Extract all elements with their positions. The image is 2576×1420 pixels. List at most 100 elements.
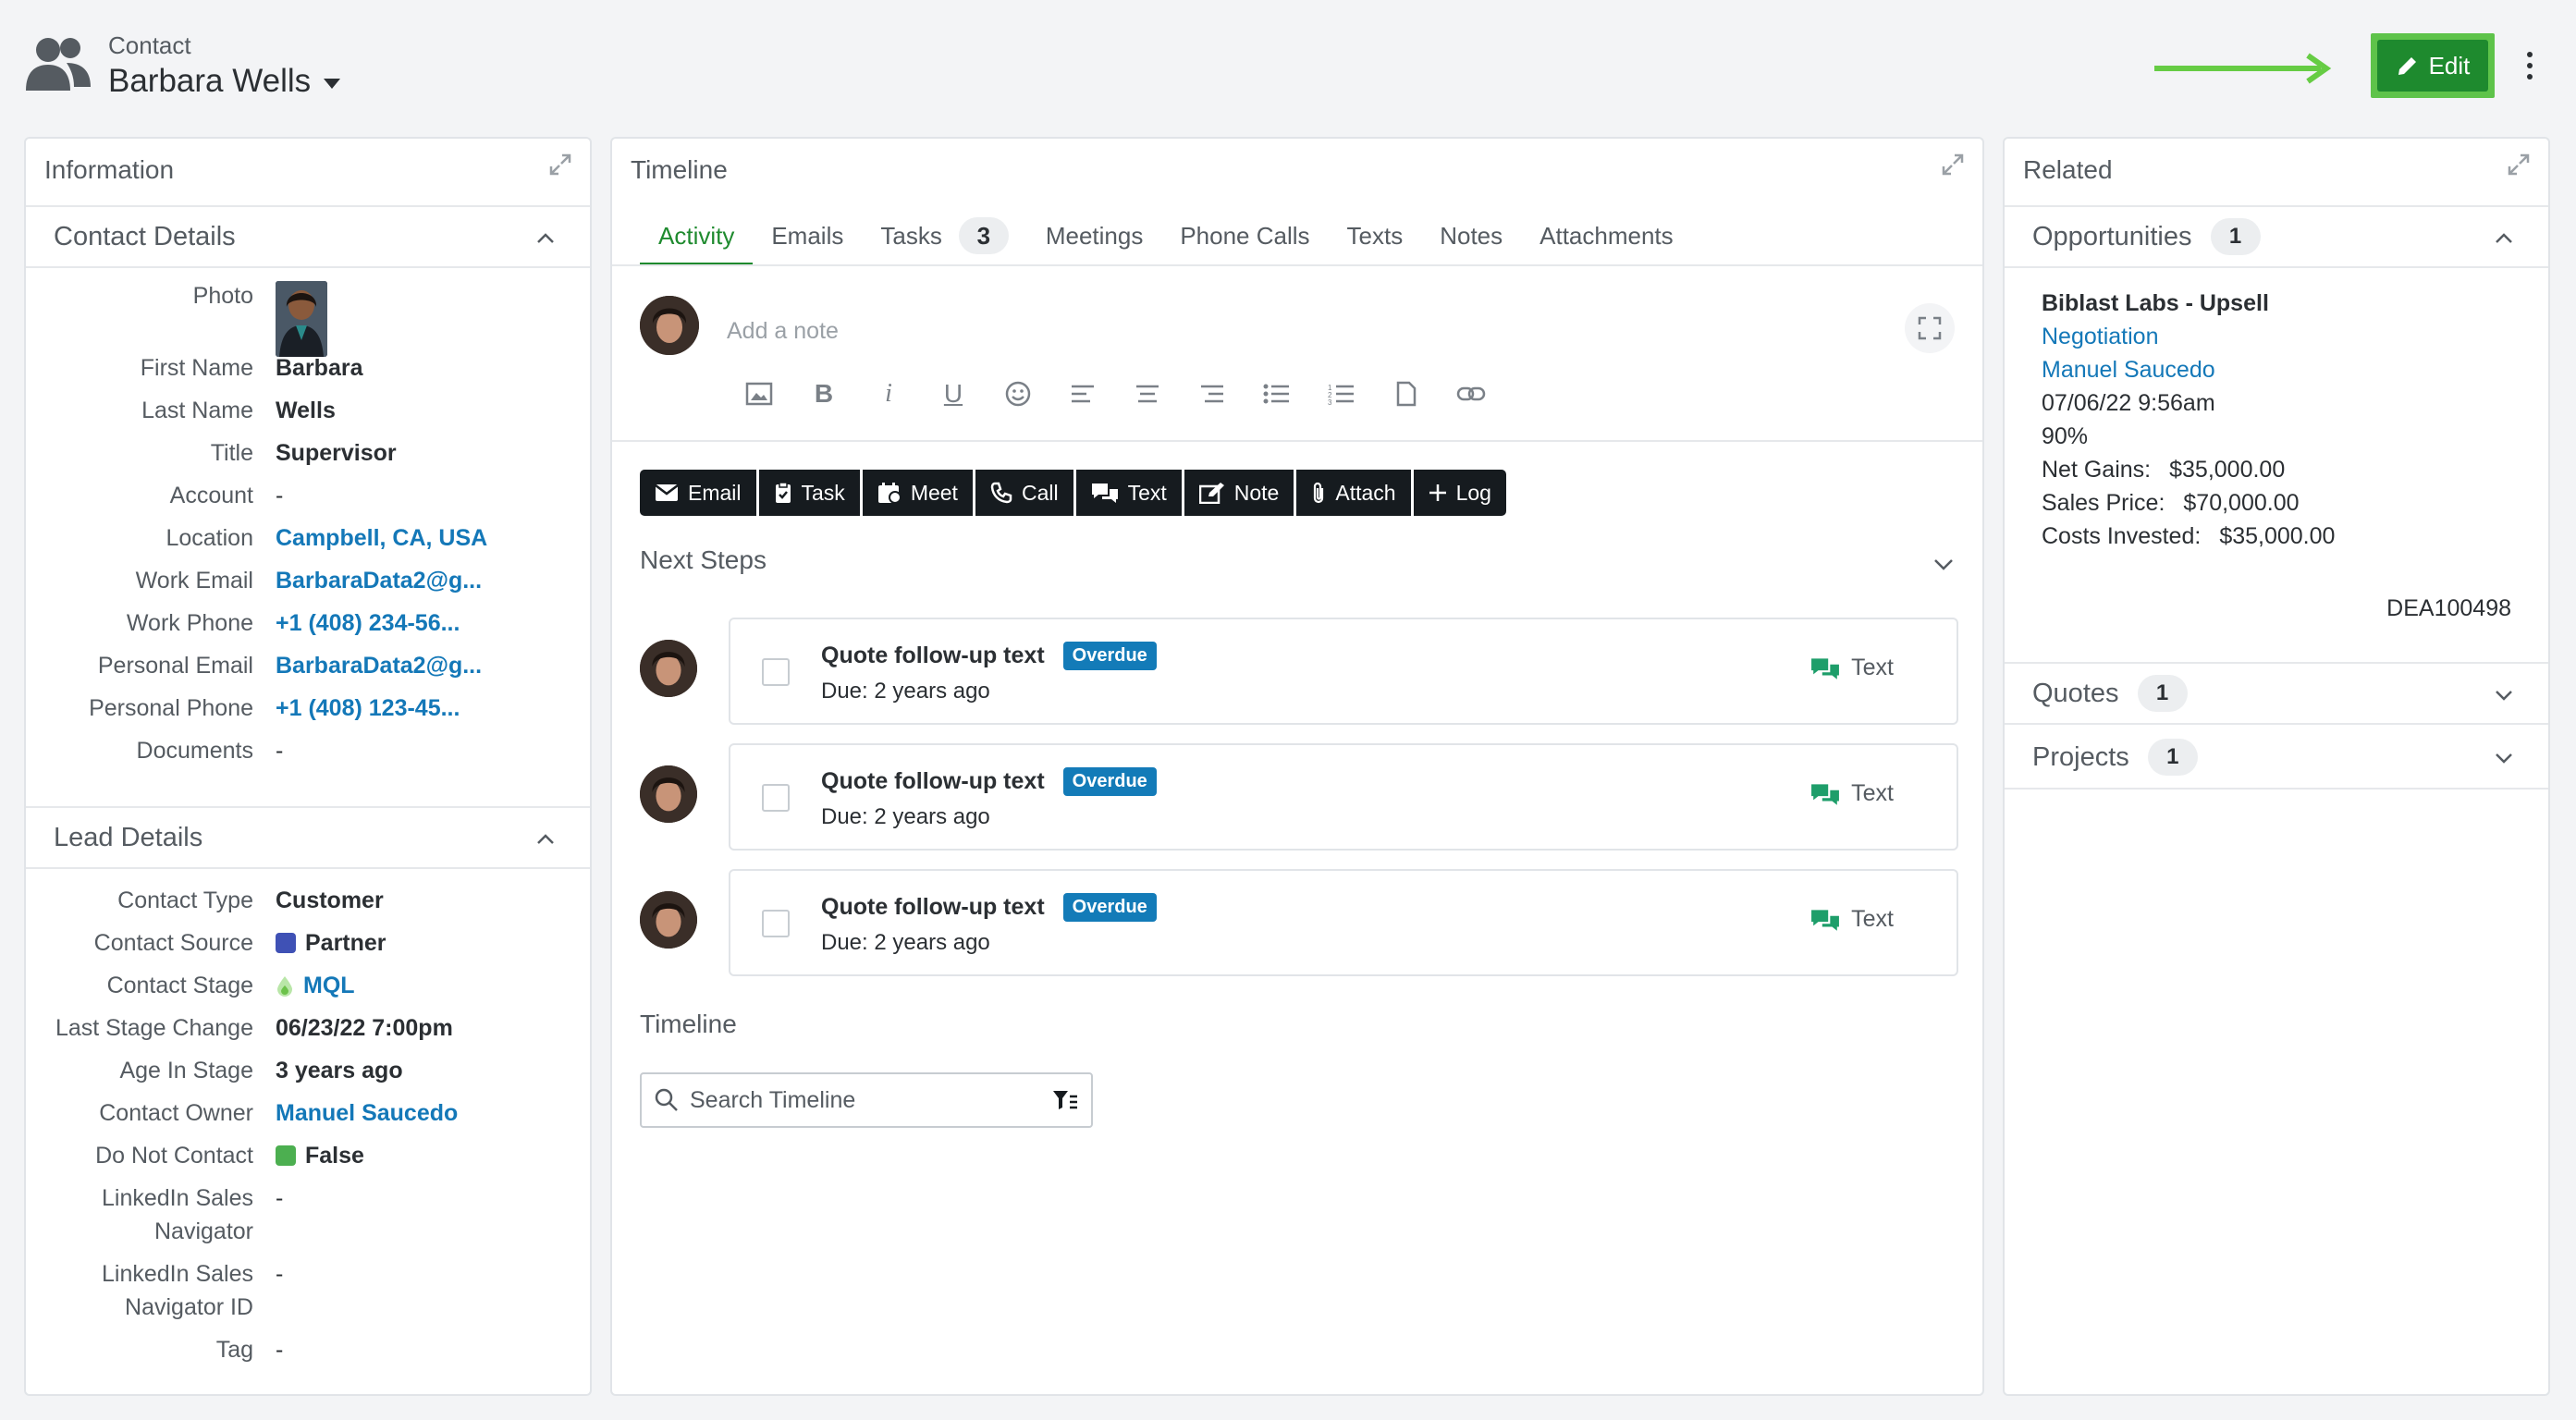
step-title: Quote follow-up text Overdue bbox=[821, 642, 1157, 670]
align-left-icon[interactable] bbox=[1050, 375, 1115, 412]
chevron-down-icon[interactable] bbox=[1932, 553, 1955, 575]
last-stage-change-value: 06/23/22 7:00pm bbox=[276, 1015, 453, 1041]
location-label: Location bbox=[166, 525, 253, 551]
chevron-down-icon[interactable] bbox=[2495, 749, 2513, 767]
activity-action-bar: Email Task Meet Call Text Note Attach Lo… bbox=[640, 470, 1506, 516]
align-right-icon[interactable] bbox=[1180, 375, 1245, 412]
call-action-button[interactable]: Call bbox=[975, 470, 1073, 516]
tab-texts[interactable]: Texts bbox=[1329, 205, 1422, 266]
tag-label: Tag bbox=[215, 1337, 253, 1363]
timeline-title: Timeline bbox=[631, 155, 728, 184]
attach-action-button[interactable]: Attach bbox=[1296, 470, 1411, 516]
personal-phone-link[interactable]: +1 (408) 123-45... bbox=[276, 692, 460, 725]
bullet-list-icon[interactable] bbox=[1245, 375, 1309, 412]
tab-tasks[interactable]: Tasks 3 bbox=[862, 205, 1026, 266]
expand-icon[interactable] bbox=[2506, 152, 2532, 178]
work-email-link[interactable]: BarbaraData2@g... bbox=[276, 564, 482, 597]
emoji-icon[interactable] bbox=[986, 375, 1050, 412]
tab-activity[interactable]: Activity bbox=[640, 205, 754, 266]
location-link[interactable]: Campbell, CA, USA bbox=[276, 521, 487, 555]
step-checkbox[interactable] bbox=[762, 658, 790, 686]
fullscreen-button[interactable] bbox=[1905, 303, 1955, 353]
meet-action-button[interactable]: Meet bbox=[862, 470, 973, 516]
step-text-action[interactable]: Text bbox=[1810, 906, 1894, 933]
title-value: Supervisor bbox=[276, 440, 397, 466]
link-icon[interactable] bbox=[1439, 375, 1503, 412]
linkedin-navigator-value: - bbox=[276, 1185, 284, 1211]
linkedin-navigator-label-line2: Navigator bbox=[154, 1218, 253, 1244]
contact-owner-label: Contact Owner bbox=[99, 1100, 253, 1126]
italic-icon[interactable]: i bbox=[856, 375, 921, 412]
tab-emails[interactable]: Emails bbox=[753, 205, 862, 266]
work-phone-link[interactable]: +1 (408) 234-56... bbox=[276, 606, 460, 640]
tab-attachments[interactable]: Attachments bbox=[1521, 205, 1692, 266]
contact-name-dropdown[interactable]: Barbara Wells bbox=[108, 63, 341, 100]
note-action-button[interactable]: Note bbox=[1184, 470, 1294, 516]
search-timeline-input[interactable]: Search Timeline bbox=[640, 1072, 1093, 1128]
sales-price-value: $70,000.00 bbox=[2183, 490, 2300, 516]
opportunities-section-header[interactable]: Opportunities 1 bbox=[2005, 205, 2548, 268]
documents-label: Documents bbox=[136, 738, 253, 764]
projects-count-badge: 1 bbox=[2147, 739, 2198, 776]
contact-owner-link[interactable]: Manuel Saucedo bbox=[276, 1096, 458, 1130]
step-title: Quote follow-up text Overdue bbox=[821, 893, 1157, 922]
personal-email-label: Personal Email bbox=[97, 653, 253, 679]
contact-details-section-header[interactable]: Contact Details bbox=[26, 205, 590, 268]
photo-label: Photo bbox=[192, 283, 253, 309]
calendar-icon bbox=[877, 483, 902, 504]
lead-details-section-header[interactable]: Lead Details bbox=[26, 806, 590, 869]
expand-icon[interactable] bbox=[547, 152, 573, 178]
tab-meetings[interactable]: Meetings bbox=[1027, 205, 1162, 266]
opportunity-owner-link[interactable]: Manuel Saucedo bbox=[2042, 353, 2215, 386]
bold-icon[interactable]: B bbox=[791, 375, 856, 412]
chevron-up-icon[interactable] bbox=[536, 830, 555, 849]
email-action-button[interactable]: Email bbox=[640, 470, 756, 516]
next-step-card[interactable]: Quote follow-up text Overdue Due: 2 year… bbox=[729, 869, 1958, 976]
overdue-badge: Overdue bbox=[1062, 767, 1157, 796]
quotes-section-header[interactable]: Quotes 1 bbox=[2005, 662, 2548, 725]
underline-icon[interactable]: U bbox=[921, 375, 986, 412]
text-action-button[interactable]: Text bbox=[1075, 470, 1182, 516]
align-center-icon[interactable] bbox=[1115, 375, 1180, 412]
contact-source-text: Partner bbox=[305, 930, 386, 956]
step-text-action[interactable]: Text bbox=[1810, 780, 1894, 807]
step-checkbox[interactable] bbox=[762, 784, 790, 812]
edit-button[interactable]: Edit bbox=[2377, 40, 2488, 92]
task-action-button[interactable]: Task bbox=[758, 470, 860, 516]
tab-notes[interactable]: Notes bbox=[1421, 205, 1521, 266]
first-name-label: First Name bbox=[140, 355, 253, 381]
tab-phone-calls[interactable]: Phone Calls bbox=[1161, 205, 1328, 266]
step-checkbox[interactable] bbox=[762, 910, 790, 937]
last-name-label: Last Name bbox=[141, 398, 253, 423]
contact-photo[interactable] bbox=[276, 281, 327, 357]
add-note-input[interactable]: Add a note bbox=[727, 318, 839, 345]
opportunity-stage-link[interactable]: Negotiation bbox=[2042, 320, 2158, 353]
next-step-card[interactable]: Quote follow-up text Overdue Due: 2 year… bbox=[729, 618, 1958, 725]
personal-email-link[interactable]: BarbaraData2@g... bbox=[276, 649, 482, 682]
linkedin-navigator-id-label: LinkedIn Sales Navigator ID bbox=[102, 1257, 253, 1324]
age-in-stage-label: Age In Stage bbox=[119, 1058, 253, 1083]
chevron-up-icon[interactable] bbox=[536, 229, 555, 248]
linkedin-navigator-id-label-line2: Navigator ID bbox=[125, 1294, 253, 1320]
filter-icon[interactable] bbox=[1052, 1089, 1078, 1111]
tab-label: Texts bbox=[1346, 221, 1404, 250]
more-options-icon[interactable] bbox=[2522, 52, 2537, 80]
projects-section-header[interactable]: Projects 1 bbox=[2005, 727, 2548, 790]
chevron-down-icon[interactable] bbox=[2495, 686, 2513, 704]
step-text-action[interactable]: Text bbox=[1810, 655, 1894, 681]
contact-name: Barbara Wells bbox=[108, 63, 312, 99]
image-icon[interactable] bbox=[727, 375, 791, 412]
expand-icon[interactable] bbox=[1940, 152, 1966, 178]
linkedin-navigator-label-line1: LinkedIn Sales bbox=[101, 1185, 253, 1211]
log-action-button[interactable]: Log bbox=[1413, 470, 1506, 516]
contact-stage-value[interactable]: MQL bbox=[276, 969, 355, 1002]
opportunity-name[interactable]: Biblast Labs - Upsell bbox=[2042, 287, 2269, 320]
step-due: Due: 2 years ago bbox=[821, 679, 990, 704]
chevron-up-icon[interactable] bbox=[2495, 229, 2513, 248]
first-name-value: Barbara bbox=[276, 355, 363, 381]
contacts-icon bbox=[26, 38, 91, 91]
numbered-list-icon[interactable]: 123 bbox=[1309, 375, 1374, 412]
next-step-card[interactable]: Quote follow-up text Overdue Due: 2 year… bbox=[729, 743, 1958, 851]
document-icon[interactable] bbox=[1374, 375, 1439, 412]
envelope-icon bbox=[655, 484, 679, 501]
